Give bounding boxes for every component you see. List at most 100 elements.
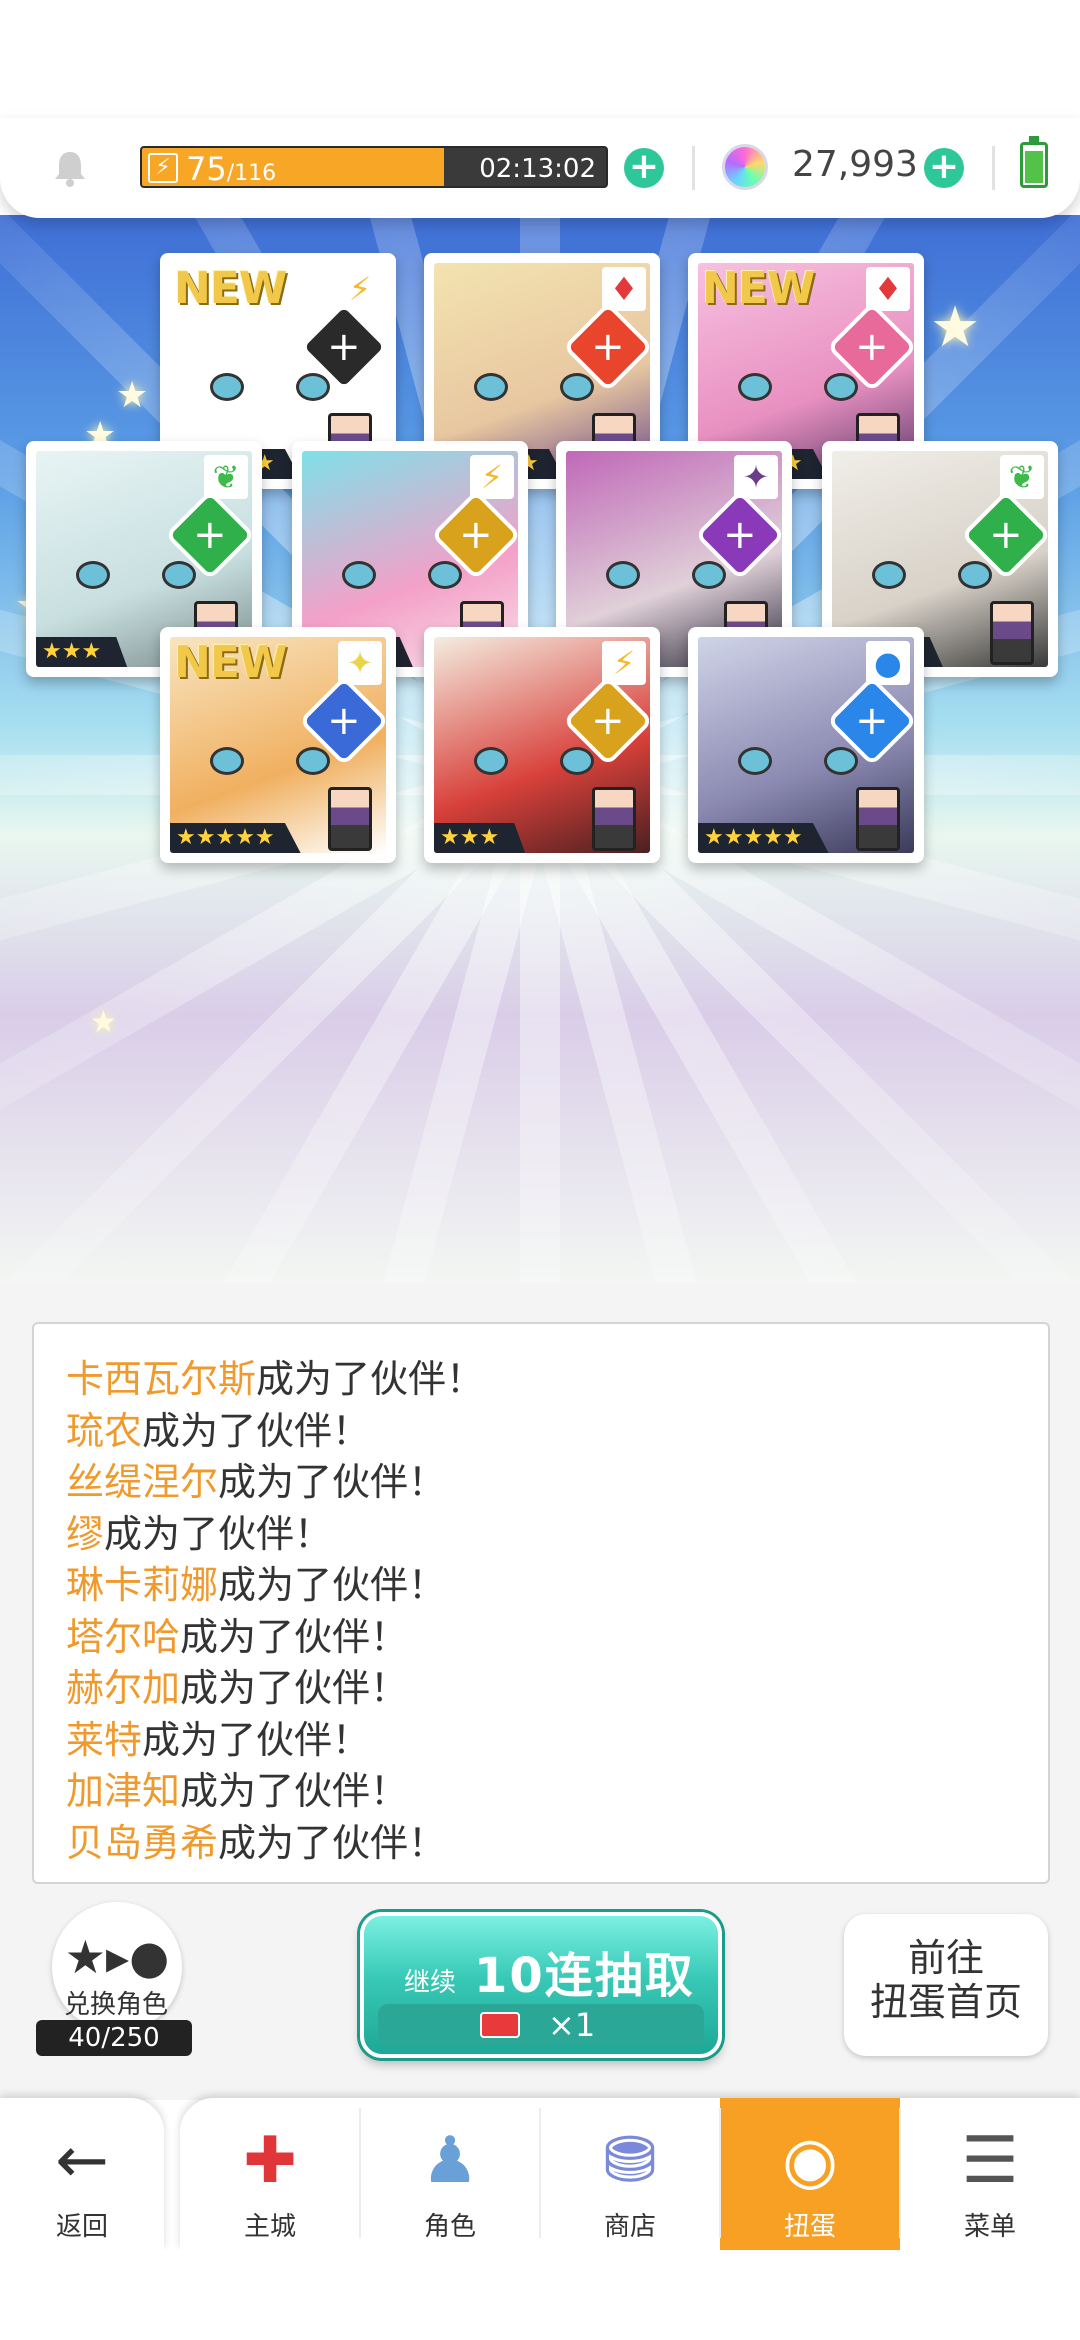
element-icon: ❦ bbox=[204, 455, 248, 499]
character-name: 卡西瓦尔斯 bbox=[66, 1357, 257, 1401]
character-name: 莱特 bbox=[66, 1717, 143, 1762]
nav-divider bbox=[899, 2108, 901, 2238]
status-bar: ⚡ 75/116 02:13:02 + 27,993 + bbox=[0, 118, 1080, 218]
log-line: 赫尔加成为了伙伴！ bbox=[66, 1663, 1048, 1715]
exchange-character-button[interactable]: ★▸● 兑换角色 40/250 bbox=[36, 1902, 196, 2062]
log-text: 成为了伙伴！ bbox=[180, 1614, 409, 1659]
portrait-eyes bbox=[474, 747, 594, 775]
back-button[interactable]: ← 返回 bbox=[0, 2098, 164, 2250]
stamina-value: 75/116 bbox=[186, 150, 277, 188]
star-icon: ★ bbox=[90, 1005, 117, 1040]
portrait-eyes bbox=[210, 373, 330, 401]
shop-icon: ⛃ bbox=[603, 2124, 657, 2198]
character-card[interactable]: ✦ + NEW ★★★★★ bbox=[160, 627, 396, 863]
nav-gacha[interactable]: ◉ 扭蛋 bbox=[720, 2098, 900, 2250]
rarity-stars: ★★★★★ bbox=[170, 823, 301, 853]
divider bbox=[992, 146, 995, 190]
stamina-timer: 02:13:02 bbox=[479, 154, 596, 184]
battery-icon bbox=[1020, 136, 1048, 188]
log-line: 卡西瓦尔斯成为了伙伴！ bbox=[66, 1354, 1048, 1406]
stamina-bar: ⚡ 75/116 02:13:02 bbox=[140, 146, 608, 188]
nav-label: 主城 bbox=[243, 2212, 296, 2242]
element-icon: ⚡ bbox=[602, 641, 646, 685]
star-to-person-icon: ★▸● bbox=[64, 1930, 170, 1984]
ticket-icon bbox=[480, 2012, 520, 2038]
log-line: 莱特成为了伙伴！ bbox=[66, 1715, 1048, 1767]
log-line: 塔尔哈成为了伙伴！ bbox=[66, 1612, 1048, 1664]
character-card[interactable]: ⚡ + ★★★ bbox=[424, 627, 660, 863]
new-badge: NEW bbox=[174, 637, 287, 688]
nav-divider bbox=[359, 2108, 361, 2238]
arrow-left-icon: ← bbox=[55, 2124, 109, 2198]
element-icon: ⚡ bbox=[338, 267, 382, 311]
log-text: 成为了伙伴！ bbox=[104, 1511, 333, 1556]
nav-back: ← 返回 bbox=[0, 2098, 164, 2250]
home-label-line1: 前往 bbox=[907, 1936, 984, 1980]
character-name: 加津知 bbox=[66, 1769, 181, 1813]
gem-count: 27,993 bbox=[792, 144, 918, 185]
exchange-label: 兑换角色 bbox=[63, 1990, 168, 2020]
element-icon: ✦ bbox=[338, 641, 382, 685]
element-icon: ❦ bbox=[1000, 455, 1044, 499]
portrait-eyes bbox=[474, 373, 594, 401]
element-icon: ● bbox=[866, 641, 910, 685]
portrait-eyes bbox=[606, 561, 726, 589]
star-icon: ★ bbox=[116, 375, 149, 416]
log-text: 成为了伙伴！ bbox=[180, 1769, 409, 1813]
pull-continue-label: 继续 bbox=[404, 1968, 457, 1998]
portrait-eyes bbox=[738, 747, 858, 775]
rarity-stars: ★★★ bbox=[36, 637, 128, 667]
log-line: 加津知成为了伙伴！ bbox=[66, 1766, 1048, 1818]
nav-divider bbox=[719, 2108, 721, 2238]
character-portrait: ⚡ + ★★★ bbox=[434, 637, 650, 853]
log-text: 成为了伙伴！ bbox=[218, 1460, 447, 1504]
nav-characters[interactable]: ♟ 角色 bbox=[360, 2098, 540, 2250]
character-portrait: ● + ★★★★★ bbox=[698, 637, 914, 853]
log-text: 成为了伙伴！ bbox=[218, 1563, 447, 1607]
character-card[interactable]: ● + ★★★★★ bbox=[688, 627, 924, 863]
gacha-home-button[interactable]: 前往 扭蛋首页 bbox=[844, 1914, 1048, 2056]
bottom-strip bbox=[0, 2250, 1080, 2340]
log-line: 丝缇涅尔成为了伙伴！ bbox=[66, 1457, 1048, 1509]
nav-town[interactable]: ✚ 主城 bbox=[180, 2098, 360, 2250]
add-stamina-button[interactable]: + bbox=[624, 148, 664, 188]
pull-cost-bar: ×1 bbox=[378, 2004, 704, 2046]
element-icon: ♦ bbox=[602, 267, 646, 311]
divider bbox=[692, 146, 695, 190]
new-badge: NEW bbox=[702, 263, 815, 314]
character-icon: ♟ bbox=[421, 2124, 479, 2198]
nav-label: 扭蛋 bbox=[783, 2212, 836, 2242]
nav-divider bbox=[539, 2108, 541, 2238]
log-line: 琉农成为了伙伴！ bbox=[66, 1406, 1048, 1458]
log-text: 成为了伙伴！ bbox=[218, 1820, 447, 1865]
log-text: 成为了伙伴！ bbox=[142, 1717, 371, 1762]
element-icon: ✦ bbox=[734, 455, 778, 499]
pull-label: 10连抽取 bbox=[474, 1948, 695, 2004]
portrait-eyes bbox=[76, 561, 196, 589]
recruit-log[interactable]: 卡西瓦尔斯成为了伙伴！ 琉农成为了伙伴！ 丝缇涅尔成为了伙伴！ 缪成为了伙伴！ 琳卡莉娜… bbox=[32, 1322, 1050, 1884]
pixel-sprite bbox=[592, 787, 636, 851]
add-gems-button[interactable]: + bbox=[924, 148, 964, 188]
nav-menu[interactable]: ☰ 菜单 bbox=[900, 2098, 1080, 2250]
bell-icon[interactable] bbox=[48, 146, 92, 190]
log-list: 卡西瓦尔斯成为了伙伴！ 琉农成为了伙伴！ 丝缇涅尔成为了伙伴！ 缪成为了伙伴！ 琳卡莉娜… bbox=[66, 1354, 1048, 1869]
nav-label: 菜单 bbox=[963, 2212, 1016, 2242]
log-text: 成为了伙伴！ bbox=[142, 1408, 371, 1453]
portrait-eyes bbox=[210, 747, 330, 775]
character-name: 缪 bbox=[66, 1511, 105, 1556]
portrait-eyes bbox=[342, 561, 462, 589]
continue-10-pull-button[interactable]: 继续 10连抽取 ×1 bbox=[360, 1912, 722, 2058]
gacha-icon: ◉ bbox=[782, 2124, 838, 2198]
character-name: 塔尔哈 bbox=[66, 1614, 181, 1659]
nav-label: 商店 bbox=[603, 2212, 656, 2242]
back-label: 返回 bbox=[55, 2212, 108, 2242]
log-line: 贝岛勇希成为了伙伴！ bbox=[66, 1818, 1048, 1870]
menu-icon: ☰ bbox=[961, 2124, 1019, 2198]
nav-shop[interactable]: ⛃ 商店 bbox=[540, 2098, 720, 2250]
portrait-eyes bbox=[872, 561, 992, 589]
new-badge: NEW bbox=[174, 263, 287, 314]
element-icon: ⚡ bbox=[470, 455, 514, 499]
character-portrait: ✦ + NEW ★★★★★ bbox=[170, 637, 386, 853]
log-text: 成为了伙伴！ bbox=[180, 1666, 409, 1710]
character-name: 贝岛勇希 bbox=[66, 1820, 219, 1865]
